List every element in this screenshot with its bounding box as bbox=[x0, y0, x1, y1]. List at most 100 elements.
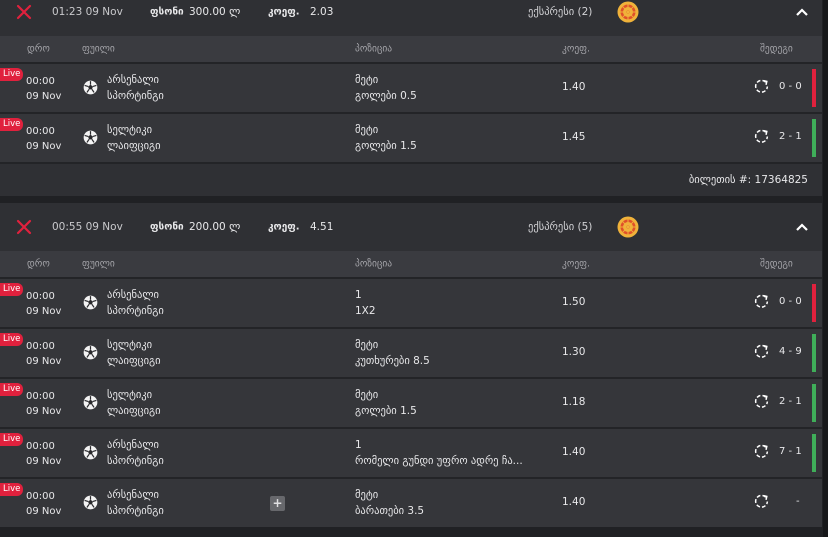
football-icon bbox=[83, 80, 98, 95]
match-day: 09 Nov bbox=[26, 141, 62, 152]
add-button[interactable]: + bbox=[270, 496, 285, 511]
bet-row[interactable]: Live 00:00 09 Nov არსენალი სპორტინგი მეტი გოლე… bbox=[0, 62, 822, 112]
position-detail: 1X2 bbox=[355, 305, 376, 317]
chevron-up-icon[interactable] bbox=[795, 5, 809, 19]
lost-x-icon bbox=[16, 4, 32, 20]
bet-position: მეტი კუთხურები 8.5 bbox=[355, 337, 430, 369]
match-hour: 00:00 bbox=[26, 341, 55, 352]
ticket-card: 00:55 09 Nov ფსონი 200.00 ლ კოეფ. 4.51 ე… bbox=[0, 203, 822, 527]
team-away: სპორტინგი bbox=[107, 305, 164, 317]
col-odds: კოეფ. bbox=[562, 258, 590, 270]
match-hour: 00:00 bbox=[26, 76, 55, 87]
match-time: 00:00 09 Nov bbox=[26, 489, 61, 519]
match-score: 0 - 0 bbox=[779, 81, 802, 92]
match-hour: 00:00 bbox=[26, 126, 55, 137]
match-time: 00:00 09 Nov bbox=[26, 439, 61, 469]
match-teams: არსენალი სპორტინგი bbox=[107, 437, 164, 469]
team-away: ლაიფციგი bbox=[107, 355, 161, 367]
match-time: 00:00 09 Nov bbox=[26, 339, 61, 369]
live-badge: Live bbox=[0, 333, 24, 346]
refresh-icon[interactable] bbox=[753, 393, 770, 410]
odds-value: 2.03 bbox=[310, 6, 334, 18]
row-odds: 1.40 bbox=[562, 446, 586, 458]
odds-value: 4.51 bbox=[310, 221, 334, 233]
refresh-icon[interactable] bbox=[753, 128, 770, 145]
team-home: არსენალი bbox=[107, 439, 159, 451]
status-bar-win bbox=[812, 119, 816, 157]
match-teams: სელტიკი ლაიფციგი bbox=[107, 337, 161, 369]
col-score: შედეგი bbox=[760, 258, 793, 270]
team-home: არსენალი bbox=[107, 289, 159, 301]
live-badge: Live bbox=[0, 383, 24, 396]
team-away: სპორტინგი bbox=[107, 455, 164, 467]
ticket-date: 00:55 09 Nov bbox=[52, 221, 123, 233]
football-icon bbox=[83, 130, 98, 145]
team-home: სელტიკი bbox=[107, 389, 153, 401]
bet-row[interactable]: Live 00:00 09 Nov არსენალი სპორტინგი 1 1X2 1.50… bbox=[0, 277, 822, 327]
position-main: მეტი bbox=[355, 339, 379, 351]
match-teams: არსენალი სპორტინგი bbox=[107, 487, 164, 519]
wheel-icon bbox=[617, 216, 639, 238]
col-date: დრო bbox=[27, 258, 50, 270]
refresh-icon[interactable] bbox=[753, 293, 770, 310]
match-teams: არსენალი სპორტინგი bbox=[107, 287, 164, 319]
match-hour: 00:00 bbox=[26, 491, 55, 502]
col-event: ფუილი bbox=[82, 258, 115, 270]
match-teams: არსენალი სპორტინგი bbox=[107, 72, 164, 104]
column-header: დრო ფუილი პოზიცია კოეფ. შედეგი bbox=[0, 36, 822, 62]
match-day: 09 Nov bbox=[26, 91, 62, 102]
live-badge: Live bbox=[0, 283, 24, 296]
football-icon bbox=[83, 495, 98, 510]
match-day: 09 Nov bbox=[26, 306, 62, 317]
bet-row[interactable]: Live 00:00 09 Nov სელტიკი ლაიფციგი მეტი გოლები… bbox=[0, 377, 822, 427]
col-score: შედეგი bbox=[760, 43, 793, 55]
position-detail: ბარათები 3.5 bbox=[355, 505, 425, 517]
match-time: 00:00 09 Nov bbox=[26, 389, 61, 419]
match-score: 7 - 1 bbox=[779, 446, 802, 457]
col-position: პოზიცია bbox=[355, 43, 393, 55]
match-hour: 00:00 bbox=[26, 391, 55, 402]
team-home: არსენალი bbox=[107, 74, 159, 86]
status-bar-loss bbox=[812, 284, 816, 322]
bet-position: 1 რომელი გუნდი უფრო ადრე ჩა... bbox=[355, 437, 523, 469]
position-detail: კუთხურები 8.5 bbox=[355, 355, 430, 367]
bet-row[interactable]: Live 00:00 09 Nov არსენალი სპორტინგი მეტი ბარა… bbox=[0, 477, 822, 527]
football-icon bbox=[83, 395, 98, 410]
match-time: 00:00 09 Nov bbox=[26, 289, 61, 319]
match-teams: სელტიკი ლაიფციგი bbox=[107, 122, 161, 154]
col-position: პოზიცია bbox=[355, 258, 393, 270]
bet-row[interactable]: Live 00:00 09 Nov სელტიკი ლაიფციგი მეტი კუთხურ… bbox=[0, 327, 822, 377]
bet-position: მეტი ბარათები 3.5 bbox=[355, 487, 424, 519]
team-away: ლაიფციგი bbox=[107, 140, 161, 152]
match-hour: 00:00 bbox=[26, 441, 55, 452]
ticket-header[interactable]: 01:23 09 Nov ფსონი 300.00 ლ კოეფ. 2.03 ე… bbox=[0, 0, 822, 36]
position-main: 1 bbox=[355, 439, 362, 451]
stake-label: ფსონი bbox=[150, 6, 184, 18]
live-badge: Live bbox=[0, 433, 24, 446]
lost-x-icon bbox=[16, 219, 32, 235]
team-home: სელტიკი bbox=[107, 339, 153, 351]
ticket-card: 01:23 09 Nov ფსონი 300.00 ლ კოეფ. 2.03 ე… bbox=[0, 0, 822, 196]
refresh-icon[interactable] bbox=[753, 343, 770, 360]
match-time: 00:00 09 Nov bbox=[26, 124, 61, 154]
bet-row[interactable]: Live 00:00 09 Nov არსენალი სპორტინგი 1 რომელი … bbox=[0, 427, 822, 477]
bet-row[interactable]: Live 00:00 09 Nov სელტიკი ლაიფციგი მეტი გოლები… bbox=[0, 112, 822, 162]
position-main: მეტი bbox=[355, 389, 379, 401]
position-detail: გოლები 1.5 bbox=[355, 405, 417, 417]
football-icon bbox=[83, 345, 98, 360]
refresh-icon[interactable] bbox=[753, 493, 770, 510]
row-odds: 1.50 bbox=[562, 296, 586, 308]
odds-label: კოეფ. bbox=[268, 6, 300, 18]
row-odds: 1.30 bbox=[562, 346, 586, 358]
col-odds: კოეფ. bbox=[562, 43, 590, 55]
ticket-header[interactable]: 00:55 09 Nov ფსონი 200.00 ლ კოეფ. 4.51 ე… bbox=[0, 203, 822, 251]
stake-label: ფსონი bbox=[150, 221, 184, 233]
page-scrollbar[interactable] bbox=[823, 0, 828, 537]
refresh-icon[interactable] bbox=[753, 78, 770, 95]
position-main: მეტი bbox=[355, 489, 379, 501]
refresh-icon[interactable] bbox=[753, 443, 770, 460]
position-detail: რომელი გუნდი უფრო ადრე ჩა... bbox=[355, 455, 523, 467]
position-detail: გოლები 1.5 bbox=[355, 140, 417, 152]
match-score: 4 - 9 bbox=[779, 346, 802, 357]
chevron-up-icon[interactable] bbox=[795, 220, 809, 234]
